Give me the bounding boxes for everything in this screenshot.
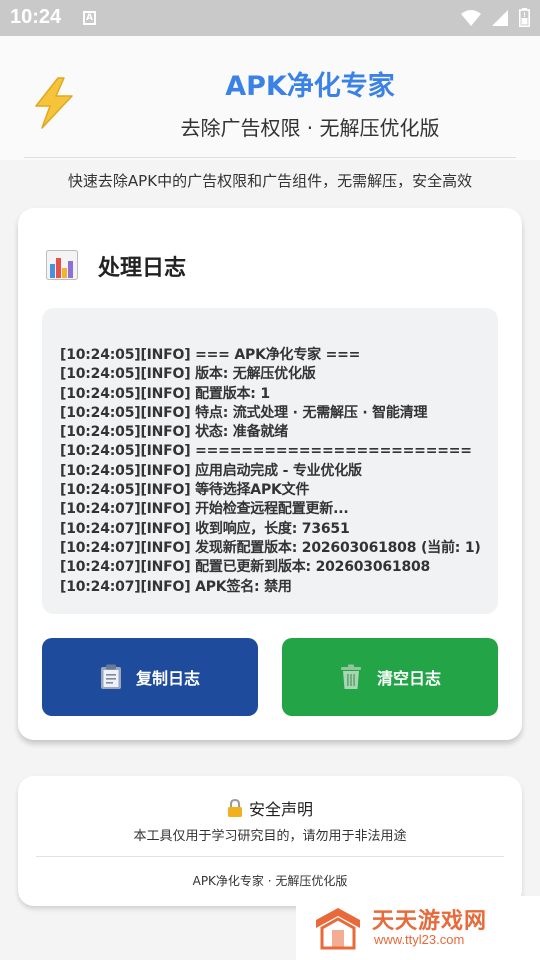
- watermark-logo: [316, 908, 360, 950]
- log-line: [10:24:07][INFO] APK签名: 禁用: [60, 578, 292, 595]
- status-icons: !: [461, 8, 530, 27]
- log-card: 处理日志 [10:24:05][INFO] === APK净化专家 === [1…: [18, 208, 522, 740]
- app-subtitle: 去除广告权限 · 无解压优化版: [180, 116, 440, 140]
- log-heading: 处理日志: [98, 256, 187, 281]
- log-line: [10:24:05][INFO] 状态: 准备就绪: [60, 424, 288, 441]
- svg-text:!: !: [523, 12, 526, 19]
- log-line: [10:24:07][INFO] 发现新配置版本: 202603061808 (…: [60, 539, 481, 556]
- copy-log-button[interactable]: 复制日志: [42, 638, 258, 716]
- status-bar: 10:24 A !: [0, 0, 540, 36]
- log-line: [10:24:05][INFO] 等待选择APK文件: [60, 482, 310, 499]
- watermark-url: www.ttyl23.com: [374, 932, 465, 947]
- notification-a-icon: A: [83, 11, 96, 25]
- lock-icon: [227, 799, 242, 817]
- notice-text: 本工具仅用于学习研究目的，请勿用于非法用途: [133, 829, 407, 844]
- bar-chart-icon: [46, 250, 78, 280]
- watermark-title: 天天游戏网: [372, 909, 488, 934]
- security-notice-card: 安全声明 本工具仅用于学习研究目的，请勿用于非法用途 APK净化专家 · 无解压…: [18, 776, 522, 906]
- clipboard-icon: [100, 664, 121, 689]
- app-title: APK净化专家: [225, 71, 395, 102]
- app-description: 快速去除APK中的广告权限和广告组件，无需解压，安全高效: [67, 172, 473, 190]
- log-line: [10:24:07][INFO] 收到响应，长度: 73651: [60, 520, 350, 537]
- notice-title-row: 安全声明: [18, 796, 522, 820]
- log-line: [10:24:05][INFO] 应用启动完成 - 专业优化版: [60, 462, 362, 479]
- log-line: [10:24:05][INFO] =======================…: [60, 443, 472, 460]
- log-line: [10:24:05][INFO] 版本: 无解压优化版: [60, 366, 316, 383]
- clear-log-button[interactable]: 清空日志: [282, 638, 498, 716]
- log-line: [10:24:05][INFO] 配置版本: 1: [60, 385, 270, 402]
- log-line: [10:24:07][INFO] 配置已更新到版本: 202603061808: [60, 559, 431, 576]
- header-divider: [24, 157, 516, 158]
- notice-title: 安全声明: [248, 800, 313, 819]
- signal-icon: [492, 9, 508, 26]
- trash-icon: [340, 664, 361, 689]
- notice-footer: APK净化专家 · 无解压优化版: [192, 874, 348, 888]
- notice-divider: [36, 856, 504, 857]
- copy-log-label: 复制日志: [135, 669, 200, 688]
- site-watermark: 天天游戏网 www.ttyl23.com: [296, 896, 540, 960]
- log-line: [10:24:07][INFO] 开始检查远程配置更新...: [60, 501, 349, 518]
- log-output[interactable]: [10:24:05][INFO] === APK净化专家 === [10:24:…: [42, 308, 498, 614]
- log-line: [10:24:05][INFO] 特点: 流式处理 · 无需解压 · 智能清理: [60, 404, 428, 421]
- battery-icon: !: [519, 8, 530, 27]
- wifi-icon: [461, 9, 481, 26]
- status-time: 10:24: [10, 6, 62, 28]
- clear-log-label: 清空日志: [376, 669, 441, 688]
- log-line: [10:24:05][INFO] === APK净化专家 ===: [60, 347, 361, 363]
